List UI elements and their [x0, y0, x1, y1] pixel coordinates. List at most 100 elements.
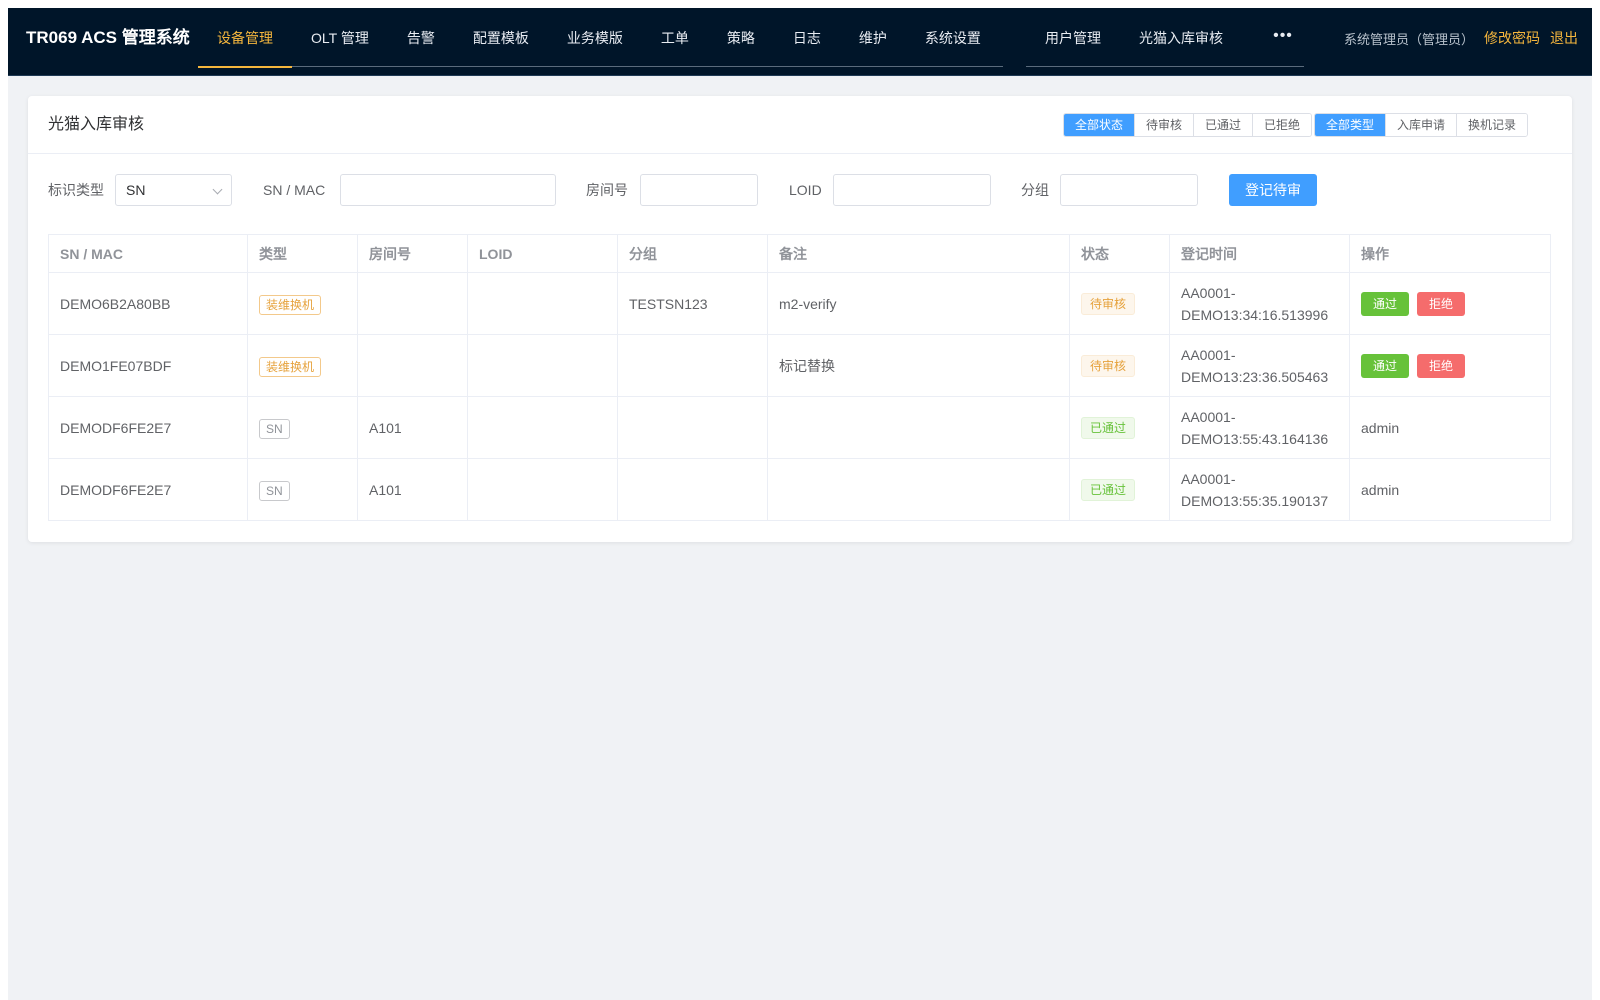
type-badge: SN	[259, 418, 290, 439]
table-row: DEMODF6FE2E7 SN A101 已通过 AA0001- DEMO13:5…	[48, 458, 1551, 521]
status-badge: 已通过	[1081, 479, 1136, 501]
approve-button[interactable]: 通过	[1361, 291, 1410, 316]
nav-ont-intake-review[interactable]: 光猫入库审核	[1120, 8, 1242, 68]
filter-type-intake[interactable]: 入库申请	[1385, 114, 1457, 136]
type-badge: 装维换机	[259, 356, 322, 377]
group-input[interactable]	[1060, 174, 1198, 206]
note-cell	[767, 396, 1070, 459]
time-cell: AA0001- DEMO13:34:16.513996	[1169, 272, 1350, 335]
room-input[interactable]	[640, 174, 758, 206]
reject-button[interactable]: 拒绝	[1417, 353, 1466, 378]
column-header: 登记时间	[1169, 234, 1350, 273]
time-cell: AA0001- DEMO13:55:35.190137	[1169, 458, 1350, 521]
status-cell: 已通过	[1069, 396, 1170, 459]
column-header: SN / MAC	[48, 234, 248, 273]
group-cell	[617, 396, 768, 459]
secondary-nav: 用户管理 光猫入库审核	[1026, 8, 1242, 68]
group-cell	[617, 334, 768, 397]
actions-cell: 通过 拒绝	[1349, 334, 1551, 397]
type-cell: SN	[247, 458, 358, 521]
group-label: 分组	[1021, 182, 1049, 198]
id-type-select[interactable]: SN	[115, 174, 232, 206]
status-cell: 待审核	[1069, 334, 1170, 397]
sn-input[interactable]	[340, 174, 556, 206]
time-line: DEMO13:23:36.505463	[1181, 368, 1329, 385]
nav-logs[interactable]: 日志	[774, 8, 840, 68]
column-header: 状态	[1069, 234, 1170, 273]
note-cell	[767, 458, 1070, 521]
loid-input[interactable]	[833, 174, 991, 206]
status-badge: 已通过	[1081, 417, 1136, 439]
group-cell	[617, 458, 768, 521]
status-cell: 待审核	[1069, 272, 1170, 335]
filter-status-approved[interactable]: 已通过	[1193, 114, 1253, 136]
register-form: 标识类型 SN SN / MAC 房间号 LOID 分组 登记待审	[48, 174, 1548, 206]
reject-button[interactable]: 拒绝	[1417, 291, 1466, 316]
time-cell: AA0001- DEMO13:23:36.505463	[1169, 334, 1350, 397]
column-header: 分组	[617, 234, 768, 273]
room-label: 房间号	[586, 182, 628, 198]
nav-device-management[interactable]: 设备管理	[198, 8, 292, 68]
current-user: 系统管理员（管理员）	[1343, 31, 1474, 47]
register-pending-button[interactable]: 登记待审	[1229, 174, 1317, 206]
time-line: AA0001-	[1181, 408, 1236, 425]
type-badge: SN	[259, 480, 290, 501]
nav-maintenance[interactable]: 维护	[840, 8, 906, 68]
loid-label: LOID	[789, 182, 822, 198]
filter-type-all[interactable]: 全部类型	[1315, 114, 1386, 136]
room-cell	[357, 272, 468, 335]
operator-cell: admin	[1349, 396, 1551, 459]
filter-type-swap[interactable]: 换机记录	[1456, 114, 1528, 136]
type-cell: 装维换机	[247, 272, 358, 335]
app-frame: TR069 ACS 管理系统 设备管理 OLT 管理 告警 配置模板 业务模版 …	[8, 8, 1592, 1000]
nav-policies[interactable]: 策略	[708, 8, 774, 68]
sn-cell: DEMODF6FE2E7	[48, 396, 248, 459]
review-table: SN / MAC 类型 房间号 LOID 分组 备注 状态 登记时间 操作 DE…	[48, 234, 1551, 521]
id-type-label: 标识类型	[48, 182, 104, 198]
loid-cell	[467, 334, 618, 397]
nav-service-templates[interactable]: 业务模版	[548, 8, 642, 68]
page-title: 光猫入库审核	[48, 116, 145, 133]
nav-divider	[1026, 66, 1304, 67]
room-cell: A101	[357, 396, 468, 459]
nav-alarms[interactable]: 告警	[388, 8, 454, 68]
time-cell: AA0001- DEMO13:55:43.164136	[1169, 396, 1350, 459]
nav-user-management[interactable]: 用户管理	[1026, 8, 1120, 68]
filter-status-all[interactable]: 全部状态	[1064, 114, 1135, 136]
chevron-down-icon	[212, 184, 223, 195]
actions-cell: 通过 拒绝	[1349, 272, 1551, 335]
change-password-link[interactable]: 修改密码	[1484, 28, 1540, 48]
type-badge: 装维换机	[259, 294, 322, 315]
table-row: DEMO6B2A80BB 装维换机 TESTSN123 m2-verify 待审…	[48, 272, 1551, 335]
user-area: 系统管理员（管理员） 修改密码 退出	[1344, 8, 1578, 68]
nav-work-orders[interactable]: 工单	[642, 8, 708, 68]
status-badge: 待审核	[1081, 293, 1136, 315]
sn-cell: DEMO1FE07BDF	[48, 334, 248, 397]
type-cell: 装维换机	[247, 334, 358, 397]
time-line: AA0001-	[1181, 470, 1236, 487]
table-row: DEMODF6FE2E7 SN A101 已通过 AA0001- DEMO13:5…	[48, 396, 1551, 459]
id-type-value: SN	[126, 182, 146, 198]
status-badge: 待审核	[1081, 355, 1136, 377]
app-title: TR069 ACS 管理系统	[26, 28, 190, 47]
nav-divider	[292, 66, 1003, 67]
room-cell: A101	[357, 458, 468, 521]
nav-olt-management[interactable]: OLT 管理	[292, 8, 388, 68]
table-row: DEMO1FE07BDF 装维换机 标记替换 待审核 AA0001- DEMO13…	[48, 334, 1551, 397]
time-line: DEMO13:34:16.513996	[1181, 306, 1329, 323]
time-line: AA0001-	[1181, 284, 1236, 301]
logout-link[interactable]: 退出	[1550, 28, 1578, 48]
room-cell	[357, 334, 468, 397]
filter-status-pending[interactable]: 待审核	[1134, 114, 1194, 136]
more-menu-icon[interactable]: •••	[1258, 8, 1308, 64]
sn-cell: DEMO6B2A80BB	[48, 272, 248, 335]
nav-config-templates[interactable]: 配置模板	[454, 8, 548, 68]
review-card: 光猫入库审核 全部状态 待审核 已通过 已拒绝 全部类型 入库申请 换机记录 标…	[28, 96, 1572, 542]
card-header: 光猫入库审核 全部状态 待审核 已通过 已拒绝 全部类型 入库申请 换机记录	[28, 96, 1572, 154]
filter-status-rejected[interactable]: 已拒绝	[1252, 114, 1312, 136]
operator-cell: admin	[1349, 458, 1551, 521]
approve-button[interactable]: 通过	[1361, 353, 1410, 378]
nav-system-settings[interactable]: 系统设置	[906, 8, 1000, 68]
note-cell: 标记替换	[767, 334, 1070, 397]
time-line: AA0001-	[1181, 346, 1236, 363]
